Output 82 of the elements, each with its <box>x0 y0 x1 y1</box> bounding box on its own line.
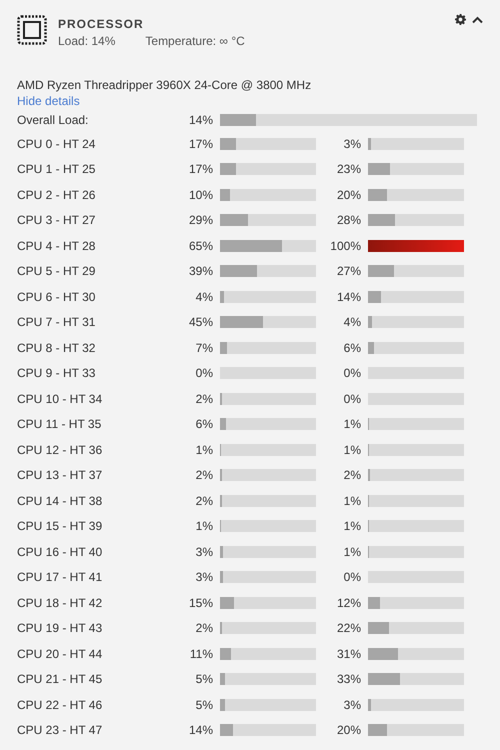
core-label: CPU 22 - HT 46 <box>17 696 104 714</box>
load-reading: 1% <box>344 492 361 510</box>
load-reading: 2% <box>344 467 361 484</box>
core-label: CPU 17 - HT 41 <box>17 569 104 586</box>
settings-icon[interactable] <box>455 14 466 25</box>
load-reading: 5% <box>196 671 213 688</box>
core-label: CPU 13 - HT 37 <box>17 467 104 484</box>
core-label: CPU 14 - HT 38 <box>17 492 104 510</box>
core-label: CPU 4 - HT 28 <box>17 238 96 255</box>
load-reading: 20% <box>336 722 361 740</box>
load-reading: 14% <box>188 112 213 129</box>
load-reading: 39% <box>188 263 213 280</box>
load-reading: 10% <box>188 186 213 204</box>
core-label: CPU 10 - HT 34 <box>17 390 104 408</box>
temperature-text: Temperature: ∞ °C <box>145 33 245 49</box>
load-reading: 4% <box>196 288 213 306</box>
load-reading: 6% <box>196 416 213 434</box>
core-label: CPU 15 - HT 39 <box>17 518 104 536</box>
core-label: CPU 3 - HT 27 <box>17 212 96 230</box>
load-reading: 11% <box>190 646 213 663</box>
load-reading: 1% <box>344 518 361 536</box>
load-reading: 20% <box>336 186 361 204</box>
load-reading: 1% <box>344 544 361 561</box>
core-label: CPU 21 - HT 45 <box>17 671 104 688</box>
load-reading: 2% <box>196 390 213 408</box>
core-label: CPU 8 - HT 32 <box>17 340 96 357</box>
load-reading: 23% <box>336 161 361 178</box>
load-reading: 5% <box>196 696 213 714</box>
core-label: CPU 11 - HT 35 <box>17 416 102 434</box>
core-label: CPU 9 - HT 33 <box>17 365 96 382</box>
load-reading: 2% <box>196 492 213 510</box>
overall-label: Overall Load: <box>17 112 90 129</box>
core-label: CPU 2 - HT 26 <box>17 186 96 204</box>
load-reading: 3% <box>196 544 213 561</box>
core-label: CPU 23 - HT 47 <box>17 722 104 740</box>
load-reading: 12% <box>336 594 361 612</box>
load-reading: 31% <box>336 646 361 663</box>
load-reading: 65% <box>188 238 213 255</box>
load-reading: 1% <box>344 416 361 434</box>
load-reading: 27% <box>336 263 361 280</box>
core-label: CPU 12 - HT 36 <box>17 442 104 459</box>
load-reading: 33% <box>336 671 361 688</box>
load-reading: 45% <box>188 314 213 332</box>
load-reading: 3% <box>344 136 361 153</box>
load-reading: 28% <box>336 212 361 230</box>
collapse-icon[interactable] <box>472 16 483 24</box>
load-reading: 1% <box>196 442 213 459</box>
load-reading: 0% <box>344 569 361 586</box>
load-reading: 14% <box>336 288 361 306</box>
core-label: CPU 1 - HT 25 <box>17 161 96 178</box>
load-reading: 17% <box>188 161 213 178</box>
load-reading: 0% <box>196 365 213 382</box>
load-reading: 1% <box>196 518 213 536</box>
load-reading: 3% <box>196 569 213 586</box>
core-label: CPU 6 - HT 30 <box>17 288 96 306</box>
load-reading: 29% <box>188 212 213 230</box>
load-text: Load: 14% <box>58 33 116 49</box>
load-reading: 17% <box>188 136 213 153</box>
core-label: CPU 0 - HT 24 <box>17 136 96 153</box>
core-label: CPU 5 - HT 29 <box>17 263 96 280</box>
load-reading: 3% <box>344 696 361 714</box>
panel-title: PROCESSOR <box>58 16 145 32</box>
core-label: CPU 20 - HT 44 <box>17 646 104 663</box>
hide-details-link[interactable]: Hide details <box>17 93 80 109</box>
load-reading: 7% <box>196 340 213 357</box>
load-reading: 0% <box>344 365 361 382</box>
load-reading: 15% <box>188 594 213 612</box>
load-reading: 6% <box>344 340 361 357</box>
load-reading: 100% <box>330 238 361 255</box>
core-label: CPU 19 - HT 43 <box>17 620 104 638</box>
load-reading: 1% <box>344 442 361 459</box>
processor-model: AMD Ryzen Threadripper 3960X 24-Core @ 3800 MHz <box>17 77 312 93</box>
load-reading: 2% <box>196 467 213 484</box>
core-label: CPU 7 - HT 31 <box>17 314 96 332</box>
load-reading: 22% <box>336 620 361 638</box>
load-reading: 0% <box>344 390 361 408</box>
load-reading: 14% <box>188 722 213 740</box>
load-reading: 2% <box>196 620 213 638</box>
core-label: CPU 16 - HT 40 <box>17 544 104 561</box>
core-label: CPU 18 - HT 42 <box>17 594 104 612</box>
load-reading: 4% <box>344 314 361 332</box>
processor-icon <box>17 15 47 45</box>
